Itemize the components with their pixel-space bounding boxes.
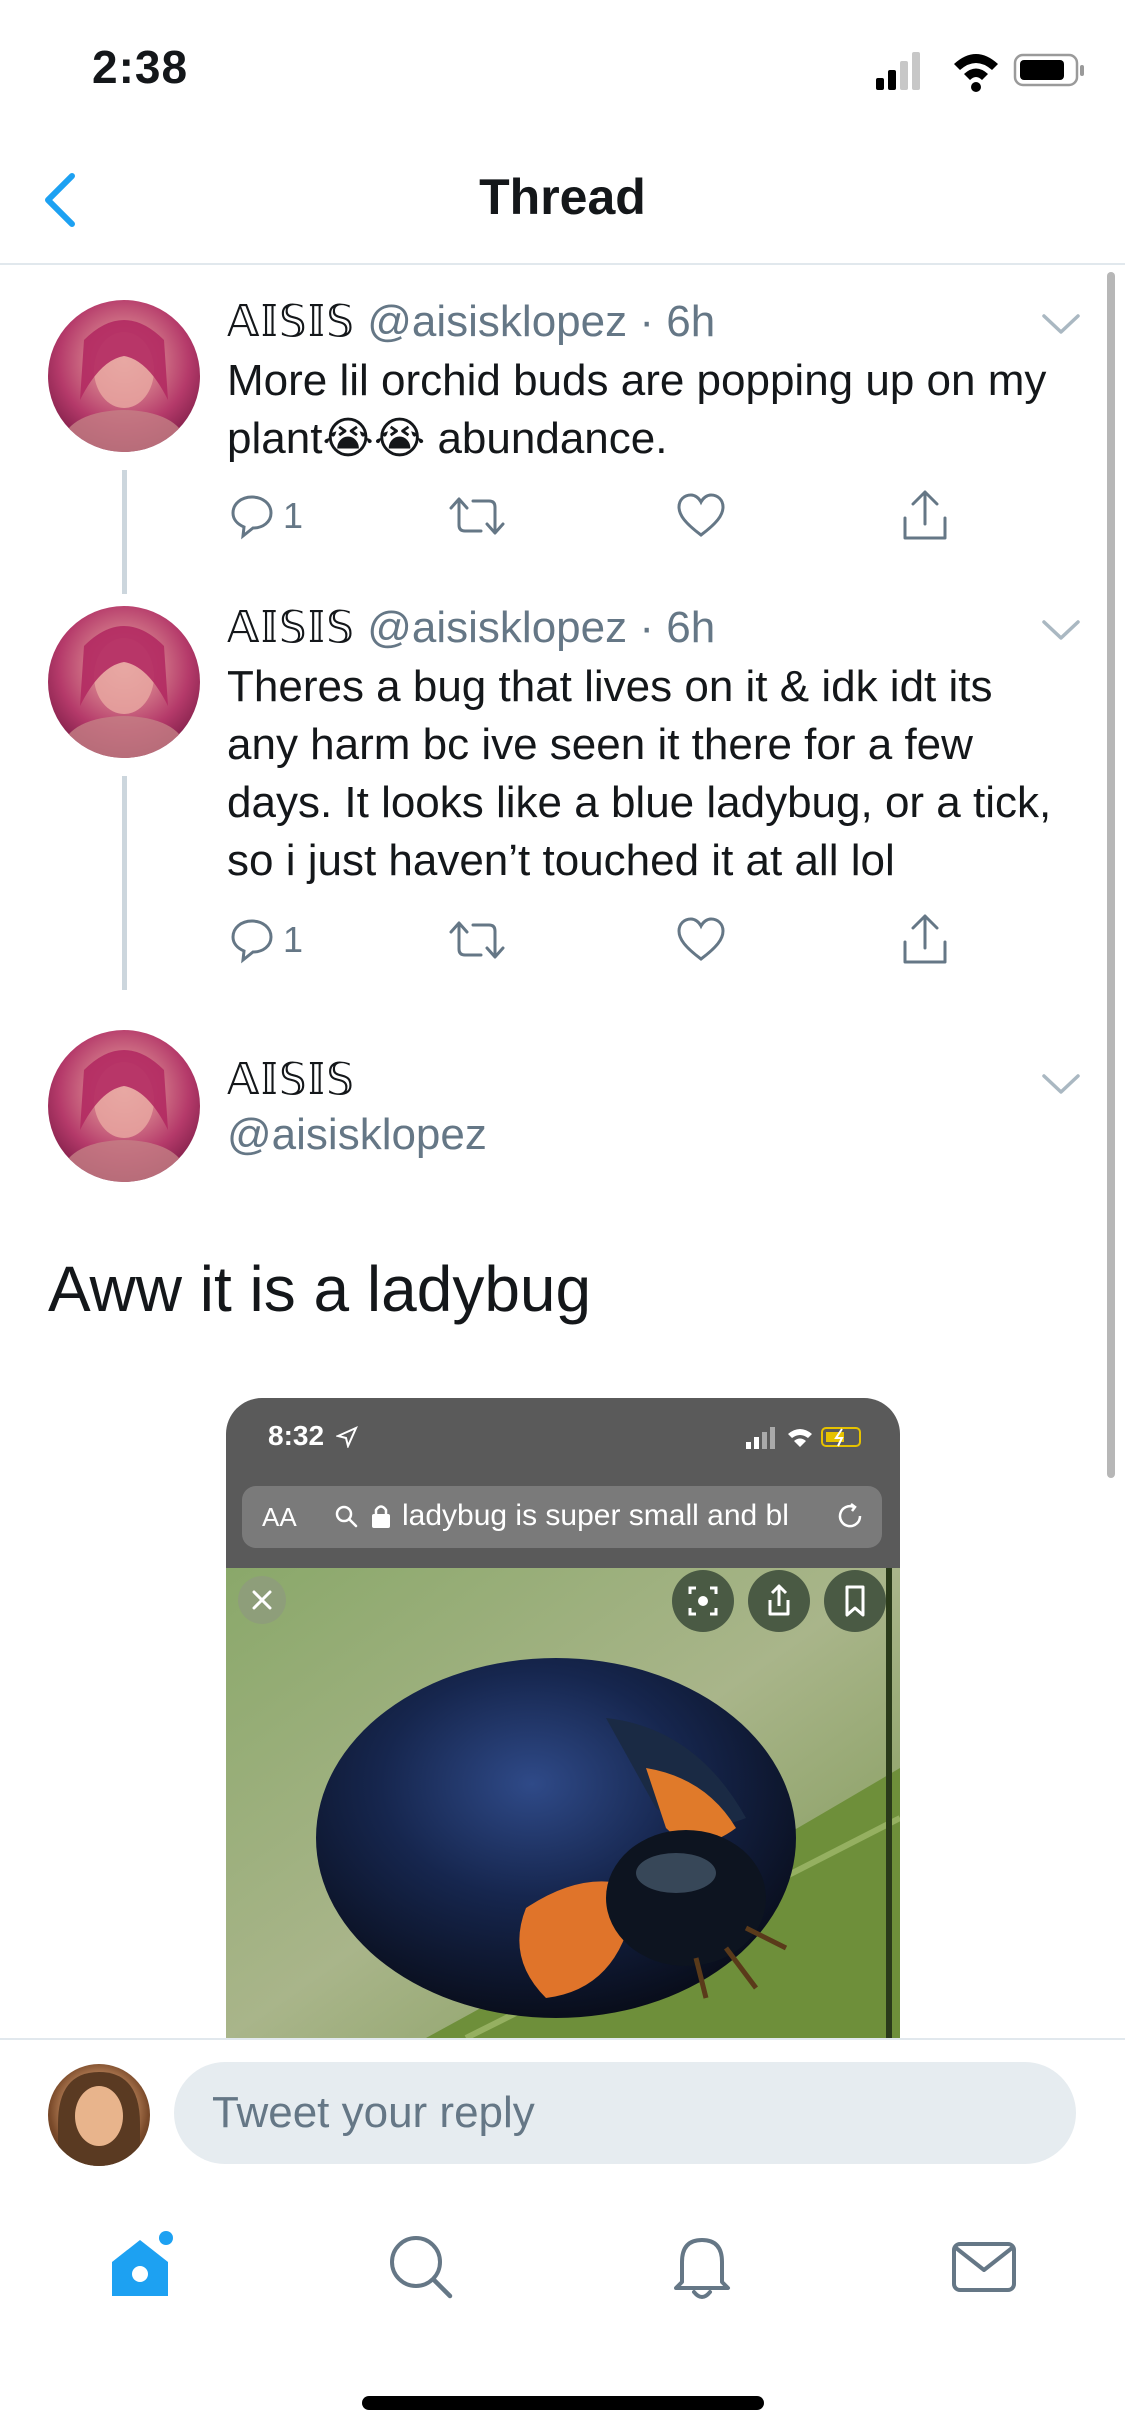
tweet-text: Aww it is a ladybug <box>48 1253 592 1325</box>
media-share-button <box>748 1570 810 1632</box>
avatar[interactable] <box>48 1030 200 1182</box>
scroll-indicator[interactable] <box>1107 272 1115 1478</box>
media-bookmark-button <box>824 1570 886 1632</box>
like-button[interactable] <box>675 486 727 546</box>
reply-button[interactable]: 1 <box>227 910 303 970</box>
tweet-actions: 1 <box>227 910 987 970</box>
reply-count: 1 <box>283 495 304 536</box>
home-indicator <box>362 2396 764 2410</box>
nav-divider <box>0 263 1125 265</box>
tweet-text: Theres a bug that lives on it & idk idt … <box>227 662 1052 885</box>
reply-divider <box>0 2038 1125 2040</box>
media-search-icon <box>335 1505 358 1528</box>
battery-icon <box>1013 53 1084 87</box>
reply-icon <box>231 919 273 964</box>
tweet-header: 𝔸𝕀𝕊𝕀𝕊 @aisisklopez · 6h <box>227 602 715 653</box>
share-icon <box>768 1584 790 1616</box>
current-user-avatar[interactable] <box>48 2064 150 2166</box>
tweet-time: 6h <box>666 297 716 346</box>
bookmark-icon <box>845 1585 865 1617</box>
scan-icon <box>688 1586 718 1616</box>
reply-button[interactable]: 1 <box>227 486 303 546</box>
reply-count: 1 <box>283 919 304 960</box>
media-url-bar: AA ladybug is super small and bl <box>242 1486 882 1548</box>
wifi-icon <box>954 54 998 92</box>
search-icon[interactable] <box>384 2230 456 2302</box>
retweet-button[interactable] <box>447 486 507 546</box>
tweet-author-name[interactable]: 𝔸𝕀𝕊𝕀𝕊 <box>227 603 355 652</box>
mail-icon[interactable] <box>948 2230 1020 2302</box>
tweet-header: 𝔸𝕀𝕊𝕀𝕊 @aisisklopez · 6h <box>227 296 715 347</box>
media-scan-button <box>672 1570 734 1632</box>
tweet-author-handle[interactable]: @aisisklopez <box>227 1110 487 1160</box>
chevron-down-icon[interactable] <box>1040 618 1082 642</box>
tweet-media-image[interactable]: 8:32 AA ladybug is super small and bl <box>226 1398 900 2038</box>
media-lock-icon <box>372 1505 390 1528</box>
media-url-text: ladybug is super small and bl <box>402 1499 789 1532</box>
media-close-button <box>238 1576 286 1624</box>
tweet-actions: 1 <box>227 486 987 546</box>
tweet-text: More lil orchid buds are popping up on m… <box>227 356 1047 463</box>
retweet-icon <box>449 497 505 535</box>
media-status-icons <box>746 1427 861 1449</box>
retweet-icon <box>449 921 505 959</box>
chevron-down-icon[interactable] <box>1040 1072 1082 1096</box>
tweet-time: 6h <box>666 603 716 652</box>
tweet-author-name[interactable]: 𝔸𝕀𝕊𝕀𝕊 <box>227 1054 355 1105</box>
media-status-time: 8:32 <box>268 1420 325 1451</box>
thread-line <box>122 470 127 594</box>
tweet-time-separator: · <box>627 603 667 652</box>
heart-icon <box>677 493 725 537</box>
avatar[interactable] <box>48 300 200 452</box>
share-icon <box>903 490 947 540</box>
tweet-author-handle[interactable]: @aisisklopez <box>367 603 627 652</box>
media-aa-label: AA <box>262 1502 297 1532</box>
ladybug-photo <box>226 1568 900 2038</box>
reply-input[interactable]: Tweet your reply <box>174 2062 1076 2164</box>
status-time: 2:38 <box>92 41 189 93</box>
share-button[interactable] <box>899 910 951 970</box>
tweet-author-handle[interactable]: @aisisklopez <box>367 297 627 346</box>
reply-icon <box>231 495 273 540</box>
home-icon[interactable] <box>104 2230 176 2302</box>
bell-icon[interactable] <box>666 2230 738 2302</box>
tweet-time-separator: · <box>627 297 667 346</box>
like-button[interactable] <box>675 910 727 970</box>
thread-line <box>122 776 127 990</box>
signal-icon <box>876 52 920 90</box>
chevron-down-icon[interactable] <box>1040 312 1082 336</box>
share-icon <box>903 914 947 964</box>
page-title: Thread <box>479 169 646 225</box>
status-icons <box>876 52 1084 92</box>
heart-icon <box>677 917 725 961</box>
location-arrow-icon <box>336 1426 358 1448</box>
share-button[interactable] <box>899 486 951 546</box>
avatar[interactable] <box>48 606 200 758</box>
tweet-author-name[interactable]: 𝔸𝕀𝕊𝕀𝕊 <box>227 297 355 346</box>
close-icon <box>252 1590 272 1610</box>
media-reload-icon <box>838 1503 862 1528</box>
retweet-button[interactable] <box>447 910 507 970</box>
